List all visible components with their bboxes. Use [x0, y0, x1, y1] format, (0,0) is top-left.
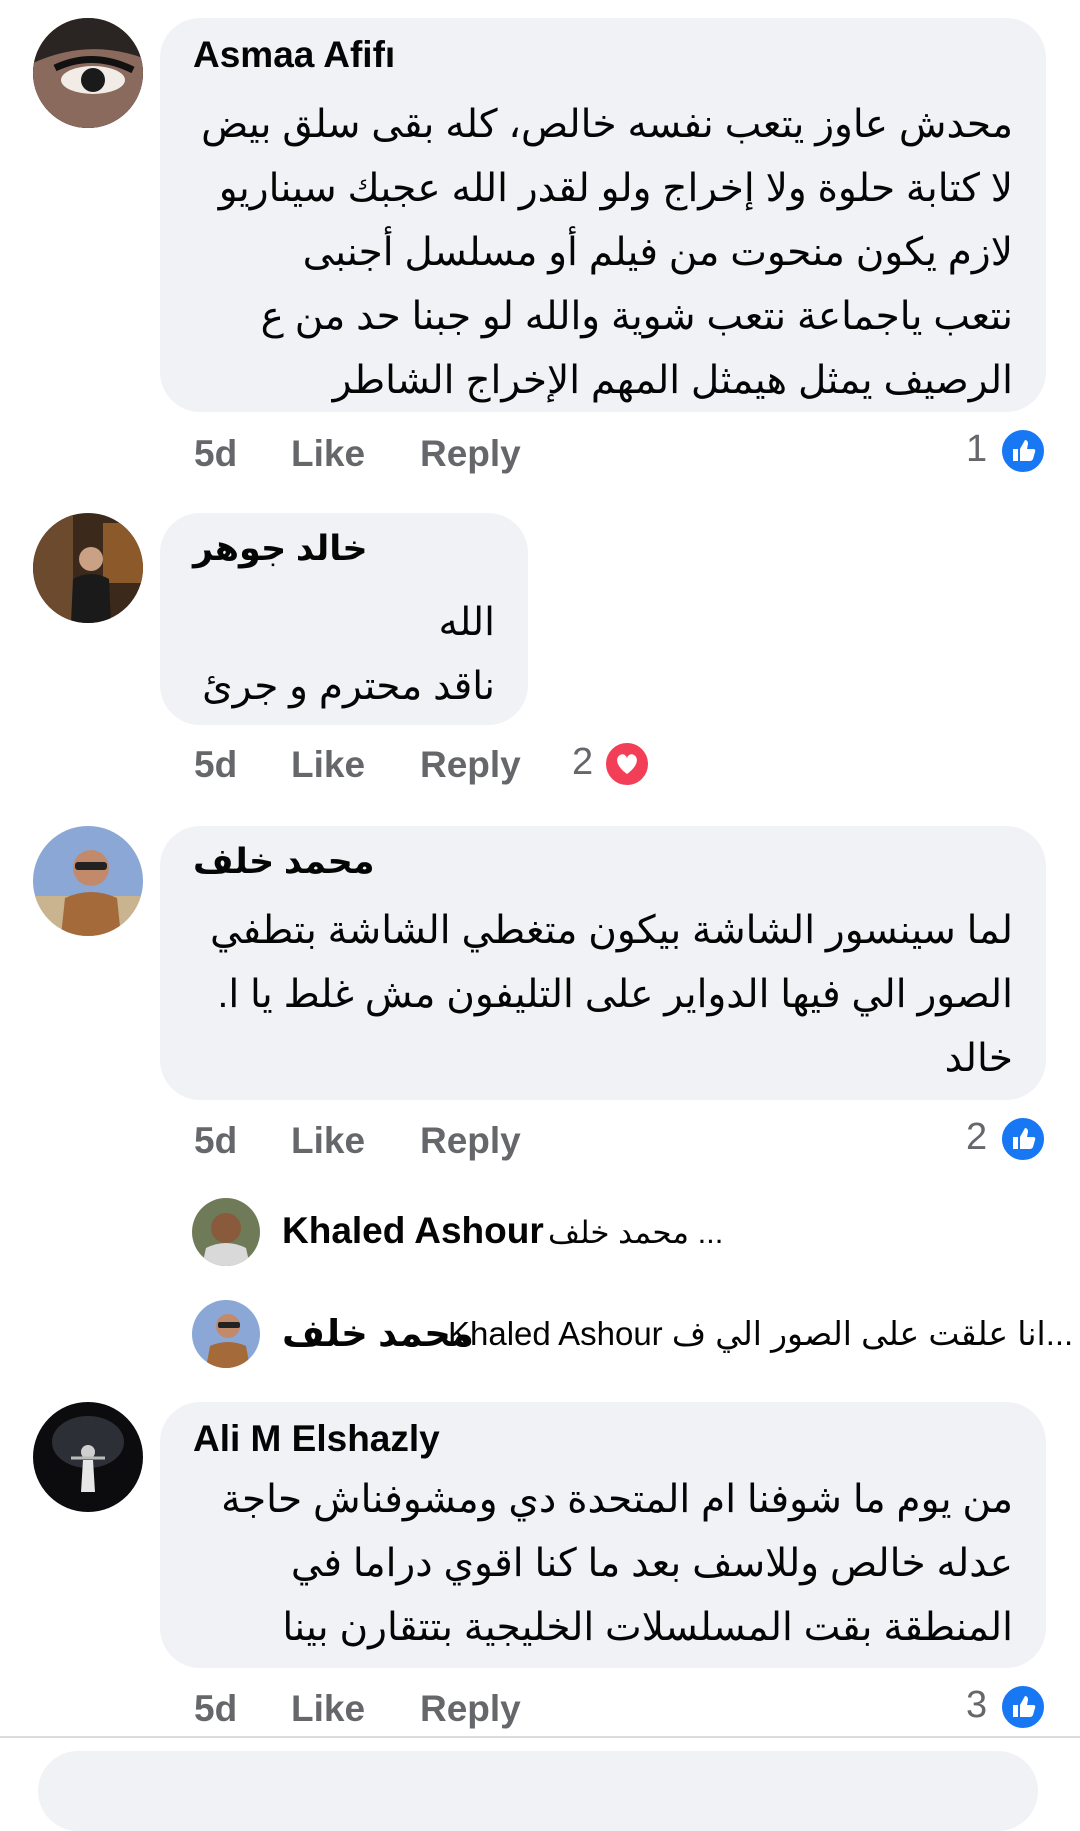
comment-bubble: Ali M Elshazly من يوم ما شوفنا ام المتحد…: [160, 1402, 1046, 1668]
reply-author[interactable]: محمد خلف: [282, 1312, 474, 1355]
comment-text: الله ناقد محترم و جرئ: [202, 601, 495, 708]
avatar-photo: [33, 826, 143, 936]
like-icon: [1000, 1116, 1046, 1162]
avatar[interactable]: [33, 18, 143, 128]
comment-bubble: خالد جوهر الله ناقد محترم و جرئ: [160, 513, 528, 725]
comment-bubble: Asmaa Afifı محدش عاوز يتعب نفسه خالص، كل…: [160, 18, 1046, 412]
next-comment-bubble: [38, 1751, 1038, 1831]
avatar[interactable]: [33, 513, 143, 623]
avatar[interactable]: [192, 1198, 260, 1266]
reply-snippet: Khaled Ashour انا علقت على الصور الي ف..…: [448, 1315, 1074, 1352]
comment-bubble: محمد خلف لما سينسور الشاشة بيكون متغطي ا…: [160, 826, 1046, 1100]
divider: [0, 1736, 1080, 1738]
comment-time[interactable]: 5d: [194, 1688, 237, 1730]
reply-button[interactable]: Reply: [420, 1688, 521, 1730]
avatar[interactable]: [192, 1300, 260, 1368]
reaction-count: 2: [966, 1116, 988, 1158]
comment-time[interactable]: 5d: [194, 1120, 237, 1162]
comment-author[interactable]: Ali M Elshazly: [193, 1418, 440, 1460]
reply-button[interactable]: Reply: [420, 1120, 521, 1162]
reply-button[interactable]: Reply: [420, 744, 521, 786]
like-icon: [1000, 1684, 1046, 1730]
avatar-photo: [192, 1198, 260, 1266]
reply-author[interactable]: Khaled Ashour: [282, 1210, 544, 1252]
avatar-photo: [33, 18, 143, 128]
reply-snippet: محمد خلف ...: [548, 1215, 724, 1250]
like-icon: [1000, 428, 1046, 474]
comment-time[interactable]: 5d: [194, 433, 237, 475]
reaction-count: 3: [966, 1684, 988, 1726]
avatar-photo: [192, 1300, 260, 1368]
love-icon: [604, 741, 650, 787]
avatar[interactable]: [33, 826, 143, 936]
avatar[interactable]: [33, 1402, 143, 1512]
like-button[interactable]: Like: [291, 1120, 365, 1162]
comment-text: لما سينسور الشاشة بيكون متغطي الشاشة بتط…: [209, 909, 1013, 1080]
comment-text: محدش عاوز يتعب نفسه خالص، كله بقى سلق بي…: [201, 103, 1013, 402]
comment-author[interactable]: خالد جوهر: [193, 529, 368, 569]
comment-time[interactable]: 5d: [194, 744, 237, 786]
comment-author[interactable]: محمد خلف: [193, 842, 375, 882]
comment-text: من يوم ما شوفنا ام المتحدة دي ومشوفناش ح…: [221, 1478, 1013, 1649]
reply-button[interactable]: Reply: [420, 433, 521, 475]
reaction-count: 2: [572, 741, 594, 783]
avatar-photo: [33, 513, 143, 623]
like-button[interactable]: Like: [291, 1688, 365, 1730]
avatar-photo: [33, 1402, 143, 1512]
reaction-count: 1: [966, 428, 988, 470]
like-button[interactable]: Like: [291, 744, 365, 786]
comment-author[interactable]: Asmaa Afifı: [193, 34, 395, 76]
like-button[interactable]: Like: [291, 433, 365, 475]
